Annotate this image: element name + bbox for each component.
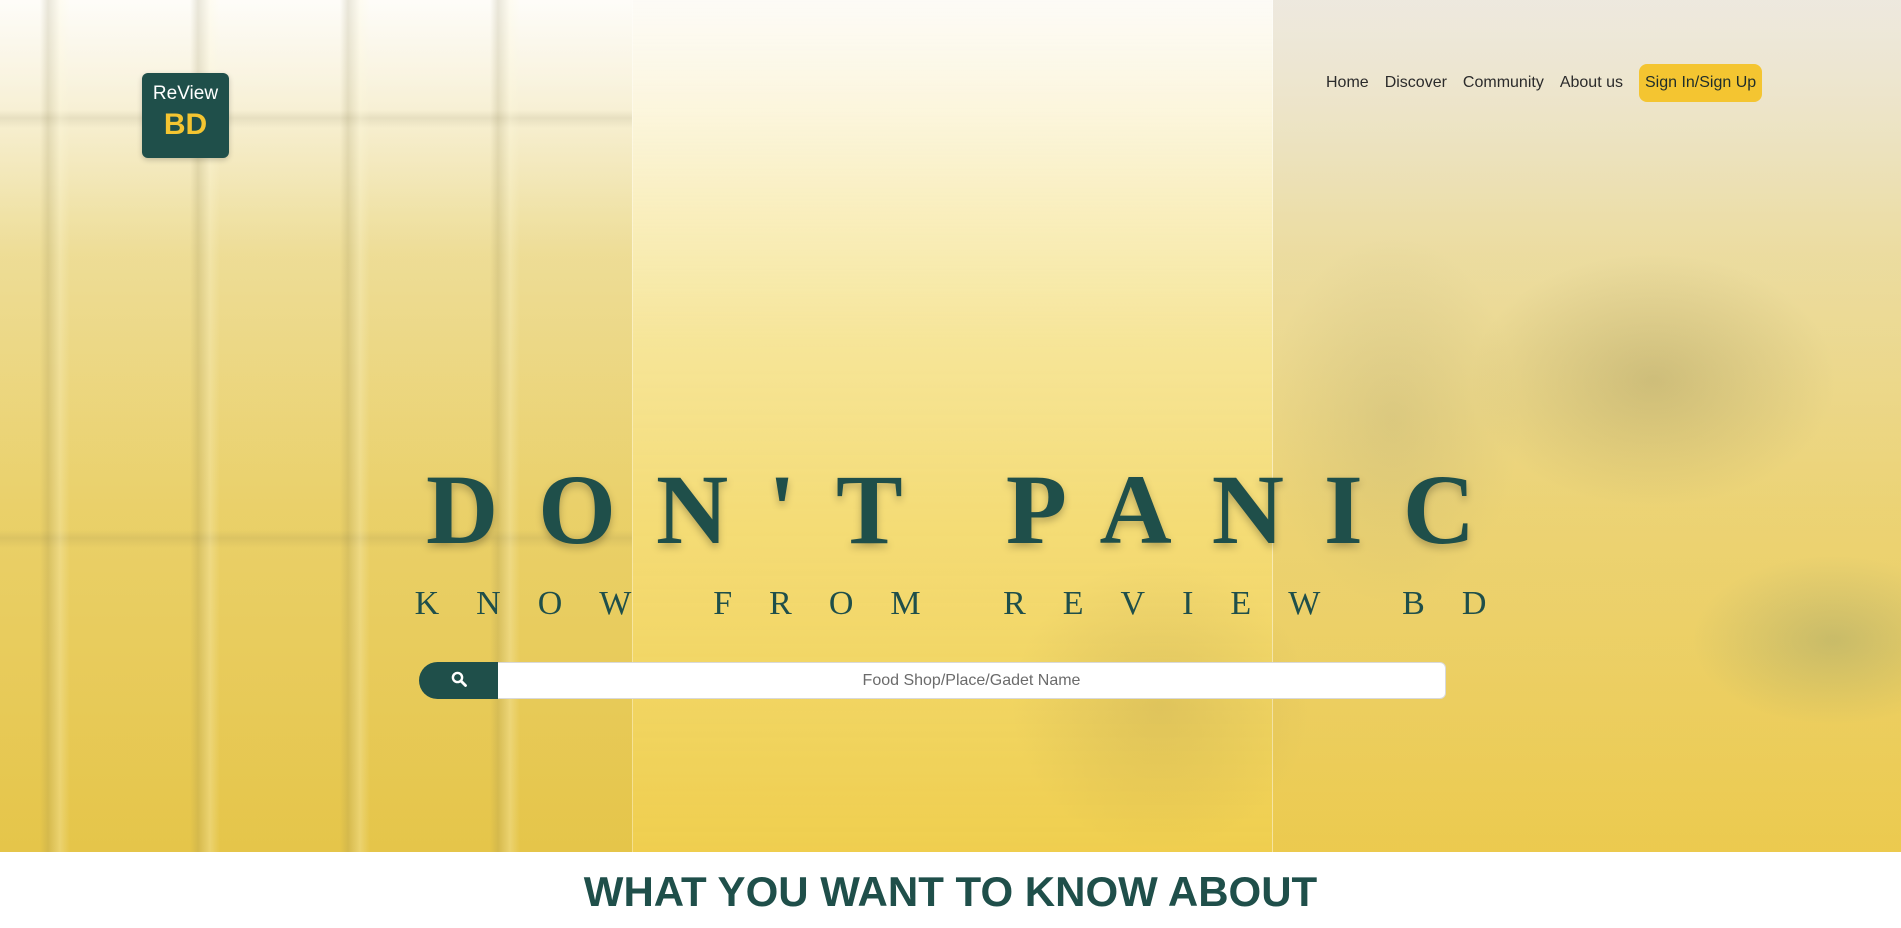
nav-about-us[interactable]: About us [1560,74,1623,92]
hero-photo-desk [1273,0,1901,852]
brand-logo-top: ReView [152,83,219,104]
hero-photo-spice-jars [0,0,632,852]
brand-logo[interactable]: ReView BD [142,73,229,158]
main-nav: Home Discover Community About us Sign In… [1318,63,1763,103]
sign-in-sign-up-button[interactable]: Sign In/Sign Up [1638,64,1763,102]
hero-headline: DON'T PANIC [425,454,1516,565]
hero-subheadline: KNOW FROM REVIEW BD [414,585,1524,622]
hero-section: ReView BD Home Discover Community About … [0,0,1901,852]
nav-home[interactable]: Home [1326,74,1369,92]
search-icon [451,671,467,691]
search-input[interactable] [498,662,1446,699]
nav-discover[interactable]: Discover [1385,74,1447,92]
section-title: WHAT YOU WANT TO KNOW ABOUT [583,868,1318,915]
search-bar [419,662,1446,699]
brand-logo-bottom: BD [163,108,208,141]
nav-community[interactable]: Community [1463,74,1544,92]
search-button[interactable] [419,662,498,699]
